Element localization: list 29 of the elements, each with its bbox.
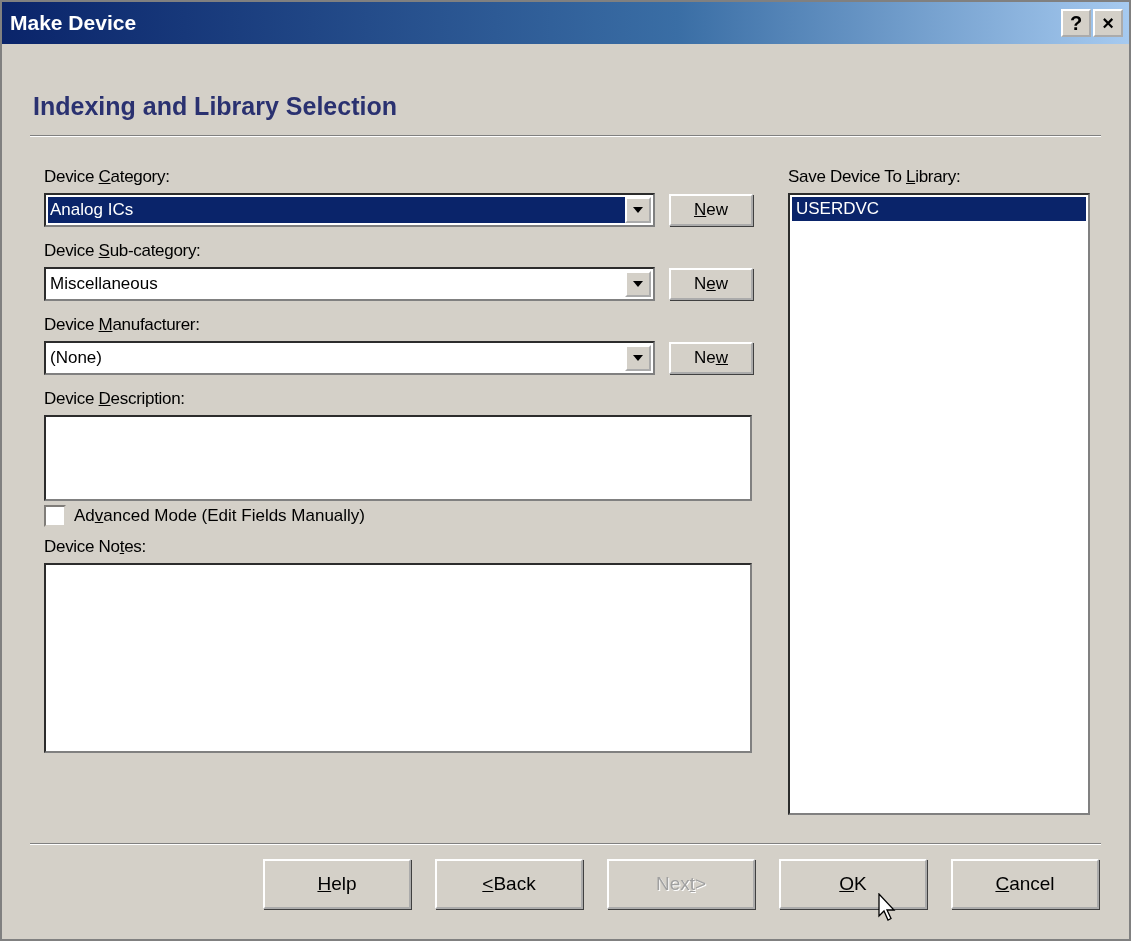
close-button[interactable]: × [1093, 9, 1123, 37]
field-label: Device Category: [44, 167, 171, 187]
help-button[interactable]: ? [1061, 9, 1091, 37]
dropdown-field[interactable]: Miscellaneous [44, 267, 655, 301]
list-item[interactable]: USERDVC [792, 197, 1086, 221]
new-button[interactable]: New [669, 342, 753, 374]
dialog-button[interactable]: OK [779, 859, 927, 909]
description-field[interactable] [44, 415, 752, 501]
new-button[interactable]: New [669, 268, 753, 300]
field-label: Device Sub-category: [44, 241, 202, 261]
dialog-button[interactable]: <Back [435, 859, 583, 909]
dropdown-value: Analog ICs [48, 197, 625, 223]
window-title: Make Device [10, 11, 137, 35]
dialog-button[interactable]: Help [263, 859, 411, 909]
page-heading: Indexing and Library Selection [33, 92, 398, 121]
field-label: Device Manufacturer: [44, 315, 201, 335]
new-button[interactable]: New [669, 194, 753, 226]
cursor-icon [878, 893, 896, 921]
notes-field[interactable] [44, 563, 752, 753]
dropdown-field[interactable]: Analog ICs [44, 193, 655, 227]
dropdown-value: Miscellaneous [49, 273, 159, 295]
field-label: Save Device To Library: [788, 167, 962, 187]
dropdown-value: (None) [49, 347, 103, 369]
field-label: Device Description: [44, 389, 186, 409]
dialog-button[interactable]: Cancel [951, 859, 1099, 909]
checkbox-label[interactable]: Advanced Mode (Edit Fields Manually) [74, 506, 366, 526]
field-label: Device Notes: [44, 537, 147, 557]
checkbox[interactable] [44, 505, 66, 527]
dropdown-field[interactable]: (None) [44, 341, 655, 375]
